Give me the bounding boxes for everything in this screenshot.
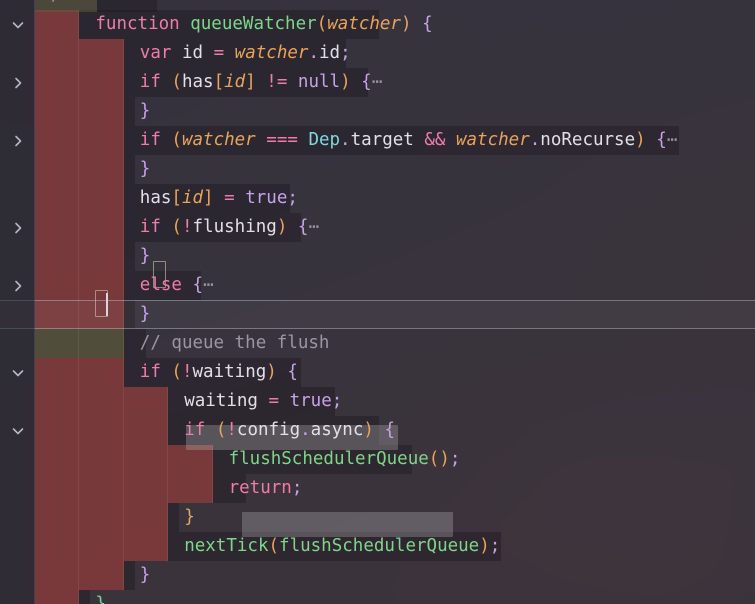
code-line-text: } <box>139 159 151 179</box>
code-line[interactable]: } <box>0 503 755 532</box>
code-line[interactable]: if (watcher === Dep.target && watcher.no… <box>0 126 755 155</box>
code-line-text: function queueWatcher(watcher) { <box>95 14 433 34</box>
code-line[interactable]: } <box>0 155 755 184</box>
code-line-text: if (has[id] != null) {⋯ <box>139 72 383 92</box>
code-line-text: if (!waiting) { <box>139 362 298 382</box>
code-line-text: nextTick(flushSchedulerQueue); <box>184 536 501 556</box>
code-line[interactable]: // queue the flush <box>0 329 755 358</box>
code-line-text: } <box>139 565 151 585</box>
code-line[interactable]: if (!flushing) {⋯ <box>0 213 755 242</box>
code-line[interactable]: } <box>0 97 755 126</box>
code-line[interactable]: } <box>0 300 755 329</box>
code-line[interactable]: } <box>0 590 755 604</box>
code-line[interactable]: waiting = true; <box>0 387 755 416</box>
code-line-text: } <box>184 507 195 527</box>
code-line[interactable]: function queueWatcher(watcher) { <box>0 10 755 39</box>
code-line-text: waiting = true; <box>184 391 343 411</box>
code-text-layer[interactable]: / function queueWatcher(watcher) { var id … <box>0 0 755 604</box>
code-line[interactable]: } <box>0 242 755 271</box>
code-line[interactable]: } <box>0 561 755 590</box>
code-line[interactable]: var id = watcher.id; <box>0 39 755 68</box>
code-line-text: } <box>139 246 151 266</box>
code-line[interactable]: nextTick(flushSchedulerQueue); <box>0 532 755 561</box>
code-line-text: } <box>139 304 151 324</box>
code-line[interactable]: if (!config.async) { <box>0 416 755 445</box>
chevron-right-icon[interactable] <box>6 68 30 97</box>
code-line[interactable]: if (has[id] != null) {⋯ <box>0 68 755 97</box>
code-line[interactable]: / <box>0 0 755 10</box>
code-line-text: if (!flushing) {⋯ <box>139 217 319 237</box>
code-line-text: var id = watcher.id; <box>139 43 351 63</box>
gutter-divider <box>34 0 35 604</box>
code-line[interactable]: return; <box>0 474 755 503</box>
code-line-text: has[id] = true; <box>139 188 298 208</box>
chevron-down-icon[interactable] <box>6 10 30 39</box>
code-line-text: } <box>139 101 151 121</box>
code-line[interactable]: has[id] = true; <box>0 184 755 213</box>
code-line[interactable]: else {⋯ <box>0 271 755 300</box>
code-line-text: else {⋯ <box>139 275 214 295</box>
chevron-down-icon[interactable] <box>6 416 30 445</box>
chevron-right-icon[interactable] <box>6 271 30 300</box>
chevron-right-icon[interactable] <box>6 126 30 155</box>
chevron-right-icon[interactable] <box>6 213 30 242</box>
code-line-text: if (watcher === Dep.target && watcher.no… <box>139 130 678 150</box>
code-line-text: } <box>95 594 106 604</box>
chevron-down-icon[interactable] <box>6 358 30 387</box>
code-line-text: / <box>51 0 62 10</box>
code-line-text: flushSchedulerQueue(); <box>228 449 461 469</box>
code-line-text: // queue the flush <box>139 333 330 353</box>
code-line-text: return; <box>228 478 303 498</box>
code-editor[interactable]: / function queueWatcher(watcher) { var id … <box>0 0 755 604</box>
code-line[interactable]: flushSchedulerQueue(); <box>0 445 755 474</box>
code-line-text: if (!config.async) { <box>184 420 395 440</box>
code-line[interactable]: if (!waiting) { <box>0 358 755 387</box>
